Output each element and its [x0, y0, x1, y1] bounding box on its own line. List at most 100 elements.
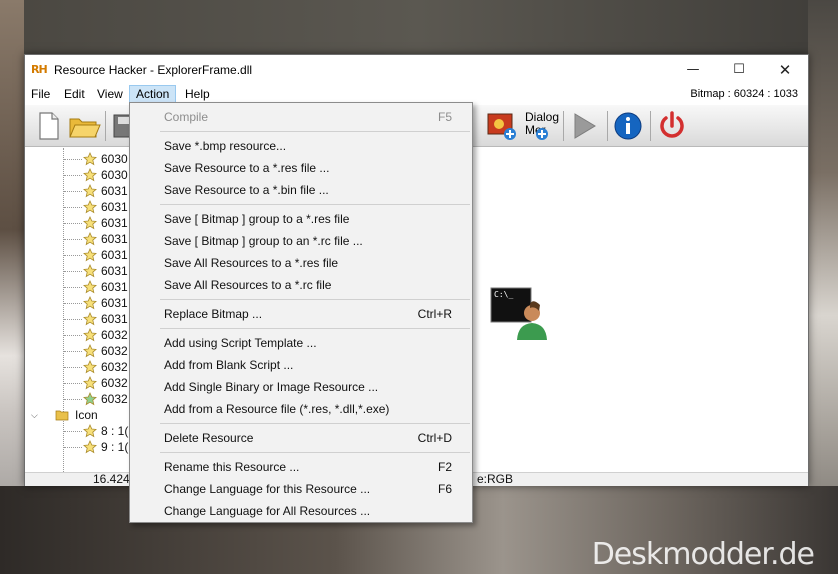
tree-connector	[64, 399, 82, 400]
action-menu-item[interactable]: Change Language for All Resources ...	[130, 500, 472, 522]
play-icon	[574, 113, 596, 139]
menu-item-label: Add Single Binary or Image Resource ...	[164, 380, 379, 394]
menu-item-label: Compile	[164, 110, 209, 124]
menu-view[interactable]: View	[91, 85, 129, 105]
window-title: Resource Hacker - ExplorerFrame.dll	[54, 63, 253, 77]
run-script-button[interactable]	[567, 109, 601, 143]
tree-item-label: 6032	[101, 328, 128, 342]
tree-group-label: Icon	[75, 408, 98, 422]
tree-connector	[64, 367, 82, 368]
action-menu-item[interactable]: Add from Blank Script ...	[130, 354, 472, 376]
tree-item-label: 6031	[101, 296, 128, 310]
menu-edit[interactable]: Edit	[58, 85, 91, 105]
chevron-down-icon: ⌵	[31, 410, 38, 420]
add-image-icon	[487, 113, 516, 140]
star-resource-icon	[83, 280, 97, 294]
tree-item-label: 6030	[101, 168, 128, 182]
exit-button[interactable]	[655, 109, 689, 143]
star-resource-icon	[83, 312, 97, 326]
tree-connector	[64, 159, 82, 160]
resource-tree[interactable]: 6030 6030 6031 6031 6031 6031 6031 6031 6031 6031…	[25, 148, 129, 472]
open-button[interactable]	[67, 109, 101, 143]
new-file-button[interactable]	[31, 109, 65, 143]
tree-item-label: 6032	[101, 392, 128, 406]
menu-item-label: Add from Blank Script ...	[164, 358, 294, 372]
action-menu-item[interactable]: Compile F5	[130, 106, 472, 128]
action-menu-item[interactable]: Save [ Bitmap ] group to a *.res file	[130, 208, 472, 230]
tree-item-label: 6032	[101, 344, 128, 358]
tree-connector	[64, 431, 82, 432]
app-icon: RH	[31, 63, 48, 76]
resource-status-label: Bitmap : 60324 : 1033	[690, 88, 798, 100]
tree-item-label: 6030	[101, 152, 128, 166]
menu-item-label: Change Language for All Resources ...	[164, 504, 371, 518]
status-left-text: 16.424	[93, 472, 130, 486]
tree-connector	[64, 255, 82, 256]
action-menu-item[interactable]: Add Single Binary or Image Resource ...	[130, 376, 472, 398]
action-menu-item[interactable]: Save All Resources to a *.res file	[130, 252, 472, 274]
tree-connector	[64, 319, 82, 320]
star-resource-icon	[83, 376, 97, 390]
action-menu-item[interactable]: Replace Bitmap ... Ctrl+R	[130, 303, 472, 325]
menu-item-label: Save All Resources to a *.res file	[164, 256, 339, 270]
star-resource-icon	[83, 232, 97, 246]
menu-item-label: Add using Script Template ...	[164, 336, 317, 350]
folder-icon	[55, 410, 69, 421]
menu-file[interactable]: File	[25, 85, 56, 105]
minimize-button[interactable]: —	[670, 55, 716, 85]
menu-item-label: Save *.bmp resource...	[164, 139, 287, 153]
action-menu-item[interactable]: Save Resource to a *.res file ...	[130, 157, 472, 179]
action-menu-item[interactable]: Save *.bmp resource...	[130, 135, 472, 157]
watermark-text: Deskmodder.de	[591, 537, 815, 572]
status-right-text: e:RGB	[477, 472, 514, 486]
menu-separator	[160, 204, 470, 205]
menu-item-shortcut: F2	[437, 460, 452, 474]
menu-item-label: Change Language for this Resource ...	[164, 482, 371, 496]
menu-separator	[160, 131, 470, 132]
tree-connector	[64, 351, 82, 352]
action-menu-item[interactable]: Save Resource to a *.bin file ...	[130, 179, 472, 201]
action-menu-item[interactable]: Add from a Resource file (*.res, *.dll,*…	[130, 398, 472, 420]
tree-connector	[64, 239, 82, 240]
open-folder-icon	[69, 118, 101, 138]
title-bar[interactable]: RH Resource Hacker - ExplorerFrame.dll —…	[25, 55, 808, 85]
menu-item-label: Save All Resources to a *.rc file	[164, 278, 332, 292]
action-menu-dropdown: Compile F5 Save *.bmp resource... Save Reso…	[129, 102, 473, 523]
menu-item-label: Add from a Resource file (*.res, *.dll,*…	[164, 402, 390, 416]
tree-connector	[64, 335, 82, 336]
tree-connector	[64, 287, 82, 288]
star-resource-icon	[83, 264, 97, 278]
star-resource-icon	[83, 424, 97, 438]
action-menu-item[interactable]: Save [ Bitmap ] group to an *.rc file ..…	[130, 230, 472, 252]
action-menu-item[interactable]: Add using Script Template ...	[130, 332, 472, 354]
close-button[interactable]: ✕	[762, 55, 808, 85]
maximize-button[interactable]: ☐	[716, 55, 762, 85]
tree-item-label: 6031	[101, 216, 128, 230]
add-image-button[interactable]	[485, 109, 519, 143]
action-menu-item[interactable]: Change Language for this Resource ... F6	[130, 478, 472, 500]
action-menu-item[interactable]: Delete Resource Ctrl+D	[130, 427, 472, 449]
action-menu-item[interactable]: Save All Resources to a *.rc file	[130, 274, 472, 296]
star-resource-icon	[83, 216, 97, 230]
star-resource-icon	[83, 344, 97, 358]
info-button[interactable]	[611, 109, 645, 143]
toolbar-separator-2	[563, 111, 564, 141]
menu-separator	[160, 328, 470, 329]
menu-separator	[160, 452, 470, 453]
menu-item-shortcut: Ctrl+R	[417, 307, 452, 321]
tree-connector	[64, 271, 82, 272]
tree-item-label: 6032	[101, 376, 128, 390]
tree-connector	[64, 447, 82, 448]
tree-item-label: 6031	[101, 280, 128, 294]
tree-item-label: 6031	[101, 200, 128, 214]
star-resource-icon	[83, 200, 97, 214]
toolbar-separator-3	[607, 111, 608, 141]
new-file-icon	[39, 112, 59, 140]
action-menu-item[interactable]: Rename this Resource ... F2	[130, 456, 472, 478]
toolbar-separator-4	[650, 111, 651, 141]
tree-item-label: 8 : 1(	[101, 424, 129, 438]
star-resource-icon	[83, 152, 97, 166]
menu-item-label: Save [ Bitmap ] group to a *.res file	[164, 212, 350, 226]
menu-item-shortcut: F6	[437, 482, 452, 496]
tree-item-label: 6032	[101, 360, 128, 374]
